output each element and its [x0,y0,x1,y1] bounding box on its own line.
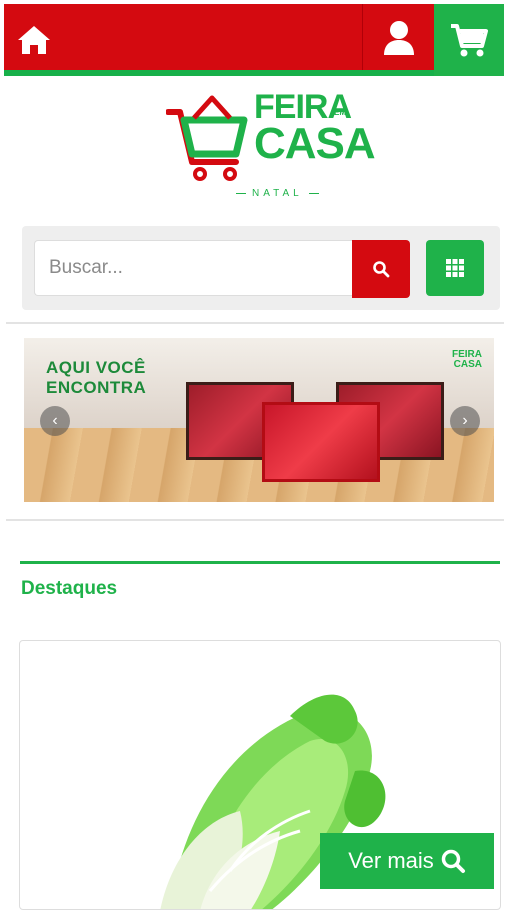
shopping-cart-logo-icon [166,95,248,181]
product-card[interactable]: Ver mais [19,640,501,910]
store-logo[interactable]: FEIRA EM CASA NATAL [166,88,376,203]
carousel-next-button[interactable]: › [450,406,480,436]
logo-text-casa: CASA [254,119,376,168]
banner-headline: AQUI VOCÊ ENCONTRA [46,358,146,398]
user-icon [383,21,414,55]
search-icon [373,261,390,278]
promo-banner[interactable]: AQUI VOCÊ ENCONTRA FEIRA CASA ‹ › [24,338,494,502]
logo-city: NATAL [230,188,325,199]
search-icon [441,849,465,873]
view-more-label: Ver mais [348,848,434,873]
banner-headline-line2: ENCONTRA [46,378,147,397]
cart-button[interactable] [434,4,504,76]
divider-top [6,322,504,324]
search-button[interactable] [352,240,410,298]
chevron-left-icon: ‹ [52,412,58,429]
chevron-right-icon: › [462,412,468,429]
carousel-prev-button[interactable]: ‹ [40,406,70,436]
featured-section-line [20,561,500,564]
user-account-button[interactable] [362,4,434,72]
banner-logo: FEIRA CASA [452,350,482,370]
home-icon [18,26,50,54]
grid-icon [446,259,464,277]
home-button[interactable] [4,6,64,74]
cart-icon [451,24,488,57]
categories-grid-button[interactable] [426,240,484,296]
top-bar-red [4,4,434,76]
header-underline [4,70,434,76]
view-more-button[interactable]: Ver mais [320,833,494,889]
logo-text-em: EM [334,108,346,117]
banner-logo-line2: CASA [453,359,482,370]
meat-box-image [262,402,380,482]
top-bar [4,4,504,76]
divider-bottom [6,519,504,521]
search-bar [22,226,500,310]
banner-headline-line1: AQUI VOCÊ [46,358,146,377]
featured-section-title: Destaques [21,578,118,599]
search-input[interactable] [34,240,352,296]
